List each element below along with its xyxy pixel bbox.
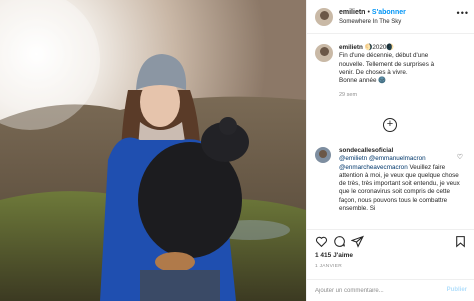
more-options-icon[interactable]: ••• — [457, 8, 469, 18]
save-bookmark-icon[interactable] — [454, 235, 467, 248]
post-photo-image — [0, 0, 306, 301]
comment-bubble-icon[interactable] — [333, 235, 346, 248]
header-separator: • — [367, 9, 370, 16]
post-photo[interactable] — [0, 0, 306, 301]
commenter-avatar[interactable] — [315, 147, 331, 163]
comment-item: sondecallesoficial @emilietn @emmanuelma… — [315, 147, 474, 229]
like-heart-icon[interactable] — [315, 235, 328, 248]
post-date[interactable]: 1 JANVIER — [315, 264, 342, 269]
follow-button[interactable]: S'abonner — [372, 9, 406, 16]
instagram-post: emilietn • S'abonner Somewhere In The Sky … — [0, 0, 474, 301]
publish-button[interactable]: Publier — [447, 287, 467, 293]
mention-link[interactable]: @enmarcheavecmacron — [339, 164, 408, 171]
add-comment-input[interactable] — [315, 285, 435, 297]
caption-body: emilietn 🌖2020🌒 Fin d'une décennie, débu… — [339, 44, 471, 100]
author-username[interactable]: emilietn — [339, 9, 365, 16]
mention-link[interactable]: @emmanuelmacron — [369, 155, 426, 162]
comment-like-heart-icon[interactable]: ♡ — [457, 153, 463, 161]
caption-line: venir. De choses à vivre. — [339, 68, 408, 76]
post-side-panel: emilietn • S'abonner Somewhere In The Sky … — [306, 0, 474, 301]
likes-count[interactable]: 1 415 J'aime — [315, 252, 353, 259]
author-avatar[interactable] — [315, 8, 333, 26]
post-action-bar — [307, 229, 474, 251]
add-comment-bar: Publier — [307, 279, 474, 301]
caption-line: Fin d'une décennie, début d'une — [339, 52, 429, 60]
post-location[interactable]: Somewhere In The Sky — [339, 19, 401, 25]
caption-badge: 🌖2020🌒 — [364, 44, 395, 51]
share-paper-plane-icon[interactable] — [351, 235, 364, 248]
load-more-comments-icon[interactable]: + — [383, 118, 397, 132]
commenter-username[interactable]: sondecallesoficial — [339, 147, 463, 155]
caption-line: nouvelle. Tellement de surprises à — [339, 60, 435, 68]
mention-link[interactable]: @emilietn — [339, 155, 367, 162]
header-user-line: emilietn • S'abonner — [339, 9, 406, 16]
comment-body: sondecallesoficial @emilietn @emmanuelma… — [339, 147, 463, 213]
caption-username[interactable]: emilietn — [339, 44, 363, 51]
caption-time[interactable]: 29 sem — [339, 91, 471, 99]
caption-avatar[interactable] — [315, 44, 333, 62]
caption-first-line: emilietn 🌖2020🌒 — [339, 44, 471, 52]
caption-line: Bonne année 🌚 — [339, 77, 387, 85]
post-header: emilietn • S'abonner Somewhere In The Sky … — [307, 0, 474, 34]
